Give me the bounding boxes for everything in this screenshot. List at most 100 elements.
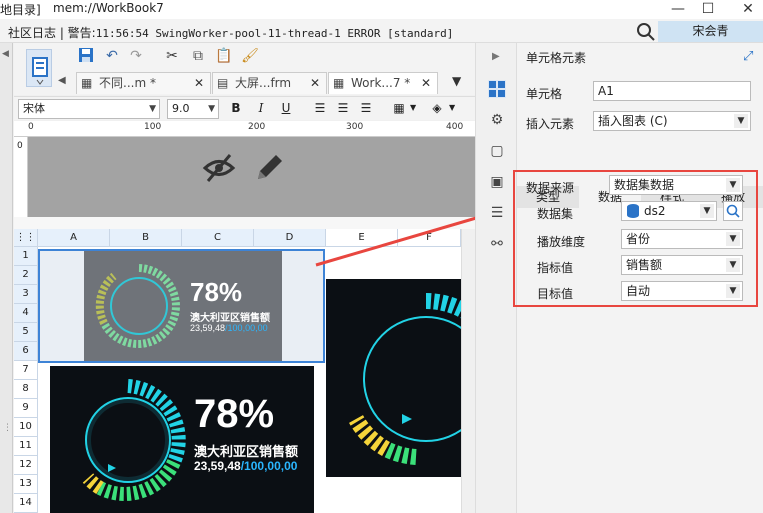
gauge-label: 澳大利亚区销售额 [194,444,299,459]
user-name[interactable]: 宋会青 [658,21,763,42]
resize-icon[interactable]: ⤢ [743,49,753,64]
cell-element-icon[interactable] [488,80,506,98]
column-header-b[interactable]: B [110,229,182,247]
grid-file-icon: ▦ [333,76,345,90]
gauge-ring [349,293,461,465]
fill-color-icon[interactable]: ◈ [428,99,446,117]
value-prefix: 23,59,48 [190,323,226,333]
insert-element-select[interactable]: 插入图表 (C) ▼ [593,111,751,131]
panel-title: 单元格元素 [526,51,587,65]
ruler-mark: 100 [144,122,162,132]
tab-different[interactable]: ▦ 不同...m * ✕ [76,72,211,94]
cell-attribute-icon[interactable]: ⚙ [488,111,506,129]
chevron-down-icon[interactable]: ▼ [410,103,416,112]
tab-dashboard[interactable]: ▤ 大屏...frm ✕ [212,72,327,94]
highlight-box [513,170,758,307]
row-header[interactable]: 4 [14,304,38,323]
chevron-down-icon: ▼ [208,104,215,114]
horizontal-ruler: 0 100 200 300 400 [14,121,475,137]
row-header[interactable]: 10 [14,418,38,437]
row-header[interactable]: 13 [14,475,38,494]
font-size-value: 9.0 [172,102,190,115]
redo-icon[interactable]: ↷ [126,46,146,66]
grid-file-icon: ▦ [81,76,93,90]
border-attribute-icon[interactable]: ▢ [488,142,506,160]
row-header[interactable]: 8 [14,380,38,399]
gauge-chart-preview [95,264,180,348]
property-icon-strip: ▶ ⚙ ▢ ▣ ☰ ⚯ [475,43,517,513]
cell-input[interactable]: A1 [593,81,751,101]
title-bar: 地目录] mem://WorkBook7 — ☐ ✕ [0,0,763,19]
italic-button[interactable]: I [252,99,270,117]
underline-button[interactable]: U [277,99,295,117]
close-tab-icon[interactable]: ✕ [194,73,204,94]
tab-label: 不同...m * [99,76,156,90]
font-family-select[interactable]: 宋体 ▼ [18,99,160,119]
paste-icon[interactable]: 📋 [214,46,234,66]
value-suffix: /100,00,00 [225,323,268,333]
row-header[interactable]: 12 [14,456,38,475]
tabs-scroll-left-icon[interactable]: ◀ [58,75,66,86]
row-header[interactable]: 5 [14,323,38,342]
align-center-icon[interactable]: ☰ [334,99,352,117]
vertical-ruler: 0 [14,137,28,217]
tab-label: 大屏...frm [235,76,292,90]
selected-cell-a1[interactable]: 78% 澳大利亚区销售额 23,59,48/100,00,00 [38,249,325,363]
border-icon[interactable]: ▦ [390,99,408,117]
bold-button[interactable]: B [227,99,245,117]
close-tab-icon[interactable]: ✕ [310,73,320,94]
row-header[interactable]: 11 [14,437,38,456]
column-header-a[interactable]: A [38,229,110,247]
close-tab-icon[interactable]: ✕ [421,73,431,94]
copy-icon[interactable]: ⧉ [188,46,208,66]
widget-icon[interactable]: ▣ [488,173,506,191]
search-icon[interactable] [636,22,656,42]
hide-eye-icon[interactable] [202,151,236,185]
log-prefix: 社区日志 | 警告: [8,26,96,40]
gauge-label: 澳大利亚区销售额 [190,313,270,324]
template-icon[interactable] [26,49,52,87]
gauge-percent: 78% [190,277,243,307]
left-collapsed-panel[interactable]: ◀ ⋮ [0,43,13,513]
edit-pencil-icon[interactable] [252,151,286,185]
gauge-ring [82,379,186,501]
row-header[interactable]: 1 [14,247,38,266]
cut-icon[interactable]: ✂ [162,46,182,66]
close-button[interactable]: ✕ [733,0,763,19]
value-suffix: /100,00,00 [240,459,298,473]
select-all-corner[interactable]: ⋮⋮ [14,229,38,247]
window-title: mem://WorkBook7 [53,1,164,15]
row-header[interactable]: 14 [14,494,38,513]
hyperlink-icon[interactable]: ⚯ [488,235,506,253]
tab-menu-icon[interactable]: ▼ [452,74,461,88]
row-header[interactable]: 3 [14,285,38,304]
ruler-mark: 0 [28,122,34,132]
font-size-select[interactable]: 9.0 ▼ [167,99,219,119]
collapse-right-icon[interactable]: ▶ [492,51,500,62]
log-message: 社区日志 | 警告:11:56:54 SwingWorker-pool-11-t… [8,24,453,41]
dashboard-card-side[interactable] [326,279,461,477]
row-header[interactable]: 2 [14,266,38,285]
condition-icon[interactable]: ☰ [488,204,506,222]
dashboard-card-large[interactable]: 78% 澳大利亚区销售额 23,59,48/100,00,00 [50,366,314,513]
chevron-down-icon[interactable]: ▼ [449,103,455,112]
minimize-button[interactable]: — [663,0,693,19]
undo-icon[interactable]: ↶ [102,46,122,66]
ruler-mark: 200 [248,122,266,132]
splitter-grip-icon[interactable]: ⋮ [3,423,12,433]
gauge-value: 23,59,48/100,00,00 [194,459,297,473]
align-left-icon[interactable]: ☰ [311,99,329,117]
row-header[interactable]: 7 [14,361,38,380]
value-prefix: 23,59,48 [194,459,241,473]
save-icon[interactable] [76,46,96,66]
format-painter-icon[interactable]: 🖌 [240,46,260,66]
row-header[interactable]: 6 [14,342,38,361]
align-right-icon[interactable]: ☰ [357,99,375,117]
font-family-value: 宋体 [23,102,45,115]
row-header[interactable]: 9 [14,399,38,418]
column-header-c[interactable]: C [182,229,254,247]
tab-workbook7[interactable]: ▦ Work...7 * ✕ [328,72,438,94]
maximize-button[interactable]: ☐ [693,0,723,19]
title-fragment: 地目录] [0,3,41,17]
expand-left-icon[interactable]: ◀ [2,49,9,59]
